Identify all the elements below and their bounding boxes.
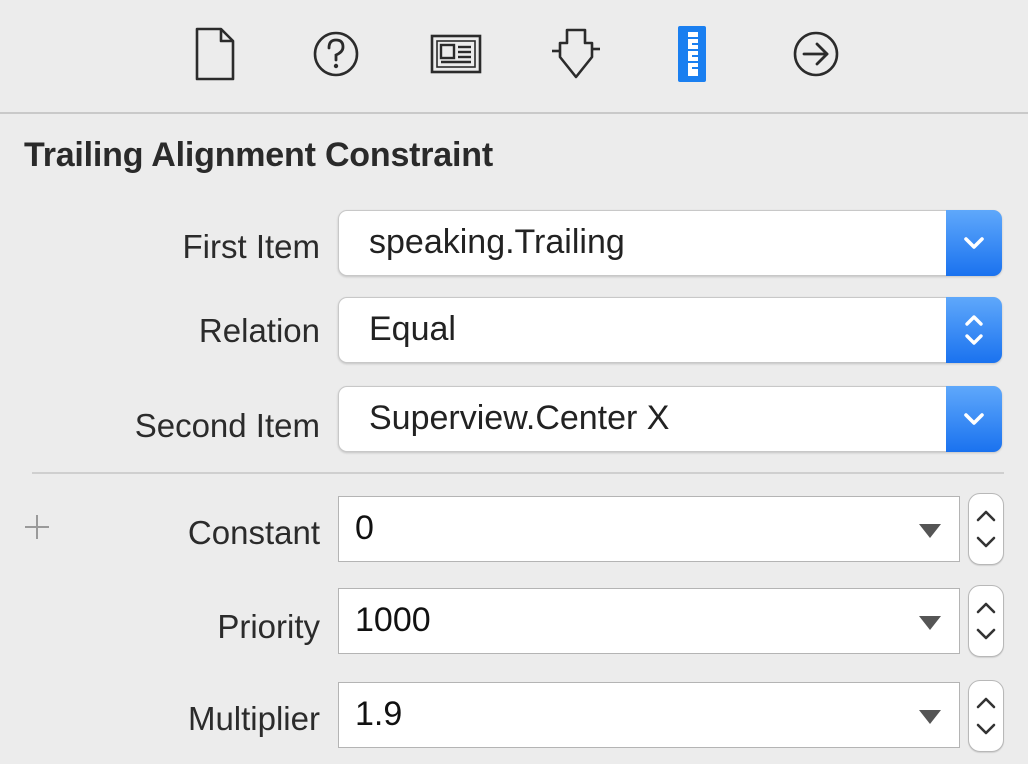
triangle-down-icon[interactable] bbox=[917, 521, 943, 541]
relation-popup[interactable]: Equal bbox=[338, 297, 1002, 363]
section-title: Trailing Alignment Constraint bbox=[24, 136, 493, 174]
constant-stepper[interactable] bbox=[968, 493, 1004, 565]
first-item-value: speaking.Trailing bbox=[369, 223, 625, 261]
up-down-chevrons-icon bbox=[965, 315, 983, 345]
identity-inspector-tab[interactable] bbox=[428, 26, 484, 82]
identity-icon bbox=[430, 34, 482, 74]
size-ruler-icon bbox=[678, 26, 706, 82]
second-item-dropdown-button[interactable] bbox=[946, 386, 1002, 452]
triangle-down-icon[interactable] bbox=[917, 613, 943, 633]
help-icon bbox=[313, 31, 359, 77]
priority-value: 1000 bbox=[355, 601, 431, 639]
first-item-dropdown-button[interactable] bbox=[946, 210, 1002, 276]
connections-arrow-icon bbox=[793, 31, 839, 77]
plus-icon bbox=[25, 515, 49, 539]
multiplier-label: Multiplier bbox=[187, 700, 320, 737]
file-inspector-tab[interactable] bbox=[187, 26, 243, 82]
attributes-icon bbox=[552, 28, 600, 79]
triangle-down-icon[interactable] bbox=[917, 707, 943, 727]
attributes-inspector-tab[interactable] bbox=[548, 26, 604, 82]
chevron-down-icon bbox=[964, 237, 984, 249]
inspector-toolbar bbox=[0, 0, 1028, 114]
stepper-arrows-icon bbox=[976, 510, 996, 548]
stepper-arrows-icon bbox=[976, 602, 996, 640]
constant-value: 0 bbox=[355, 509, 374, 547]
second-item-label: Second Item bbox=[134, 407, 320, 444]
priority-stepper[interactable] bbox=[968, 585, 1004, 657]
constant-field[interactable]: 0 bbox=[338, 496, 960, 562]
constant-label: Constant bbox=[187, 514, 320, 551]
second-item-value: Superview.Center X bbox=[369, 399, 670, 437]
priority-field[interactable]: 1000 bbox=[338, 588, 960, 654]
connections-inspector-tab[interactable] bbox=[788, 26, 844, 82]
second-item-popup[interactable]: Superview.Center X bbox=[338, 386, 1002, 452]
multiplier-value: 1.9 bbox=[355, 695, 403, 733]
chevron-down-icon bbox=[964, 413, 984, 425]
priority-label: Priority bbox=[217, 608, 320, 645]
quick-help-tab[interactable] bbox=[308, 26, 364, 82]
relation-value: Equal bbox=[369, 310, 456, 348]
add-variation-button[interactable] bbox=[22, 512, 52, 542]
multiplier-field[interactable]: 1.9 bbox=[338, 682, 960, 748]
size-inspector-tab[interactable] bbox=[664, 26, 720, 82]
file-icon bbox=[195, 27, 235, 81]
section-divider bbox=[32, 472, 1004, 474]
stepper-arrows-icon bbox=[976, 697, 996, 735]
relation-dropdown-button[interactable] bbox=[946, 297, 1002, 363]
multiplier-stepper[interactable] bbox=[968, 680, 1004, 752]
first-item-label: First Item bbox=[182, 228, 321, 265]
relation-label: Relation bbox=[198, 312, 320, 349]
first-item-popup[interactable]: speaking.Trailing bbox=[338, 210, 1002, 276]
